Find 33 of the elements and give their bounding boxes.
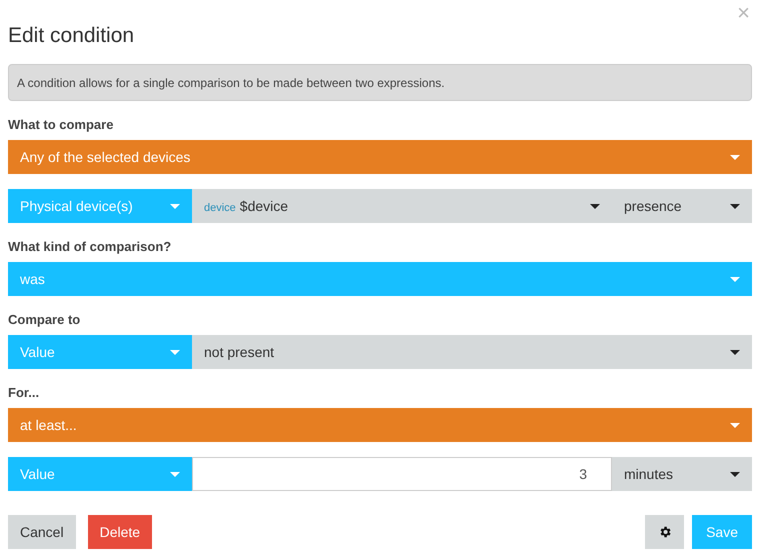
save-button[interactable]: Save xyxy=(692,515,752,549)
section-label: For... xyxy=(8,385,40,401)
caret-icon xyxy=(170,350,180,354)
caret-icon xyxy=(730,350,740,354)
dropdown[interactable]: Value xyxy=(8,335,192,369)
dropdown[interactable]: minutes xyxy=(612,457,752,491)
dropdown[interactable]: was xyxy=(8,262,752,296)
dropdown[interactable]: device $device xyxy=(192,189,612,223)
caret-icon xyxy=(730,472,740,476)
dropdown[interactable]: Physical device(s) xyxy=(8,189,192,223)
caret-icon xyxy=(730,276,740,282)
dropdown[interactable]: Any of the selected devices xyxy=(8,140,752,174)
settings-icon xyxy=(658,525,672,539)
caret-icon xyxy=(730,204,740,208)
dialog-title: Edit condition xyxy=(8,23,134,49)
caret-icon xyxy=(730,154,740,160)
dropdown[interactable]: not present xyxy=(192,335,752,369)
cancel-button[interactable]: Cancel xyxy=(8,515,76,549)
section-label: What kind of comparison? xyxy=(8,239,172,255)
dropdown[interactable]: at least... xyxy=(8,408,752,442)
delete-button[interactable]: Delete xyxy=(88,515,152,549)
close-button[interactable]: × xyxy=(737,0,750,29)
number-field[interactable]: 3 xyxy=(192,457,612,491)
section-label: Compare to xyxy=(8,312,82,328)
caret-icon xyxy=(170,472,180,476)
dropdown[interactable]: Value xyxy=(8,457,192,491)
settings-button[interactable] xyxy=(645,515,684,549)
caret-icon xyxy=(730,422,740,428)
section-label: What to compare xyxy=(8,117,114,133)
dropdown[interactable]: presence xyxy=(612,189,752,223)
info-message: A condition allows for a single comparison to be made between two expressions. xyxy=(8,64,752,101)
caret-icon xyxy=(590,204,600,208)
caret-icon xyxy=(170,204,180,208)
